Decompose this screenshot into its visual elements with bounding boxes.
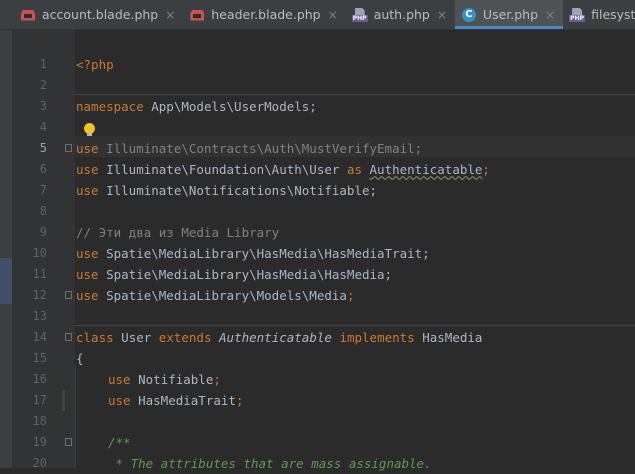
line-number: 19 [32,435,47,449]
close-icon[interactable]: × [437,8,447,22]
tab-account-blade[interactable]: account.blade.php × [0,0,183,29]
line-number: 7 [39,183,47,197]
left-tool-strip [0,30,13,468]
code-line-10: use Spatie\MediaLibrary\HasMedia\HasMedi… [76,246,430,261]
code-editor[interactable]: <?php namespace App\Models\UserModels; u… [75,30,635,471]
fold-toggle[interactable] [65,291,72,299]
blade-file-icon [189,7,205,23]
tab-auth-php[interactable]: PHP auth.php × [346,0,455,29]
line-number: 9 [39,225,47,239]
tab-user-php[interactable]: C User.php × [454,0,564,29]
line-number: 6 [39,162,47,176]
tab-label: header.blade.php [211,7,321,22]
code-line-1: <?php [76,57,114,72]
vcs-change-marker[interactable] [62,390,65,411]
indent-guide [75,367,76,468]
line-number: 20 [32,456,47,470]
line-number: 15 [32,351,47,365]
php-file-icon: PHP [569,7,586,23]
line-number: 14 [32,330,47,344]
close-icon[interactable]: × [545,8,555,22]
tab-header-blade[interactable]: header.blade.php × [183,0,345,29]
fold-toggle[interactable] [65,333,72,341]
method-separator [75,94,635,95]
tab-label: account.blade.php [42,7,159,22]
tab-label: User.php [482,7,539,22]
line-number: 18 [32,414,47,428]
line-number: 2 [39,78,47,92]
class-icon: C [461,7,477,23]
code-line-17: use HasMediaTrait; [108,393,244,408]
line-number: 8 [39,204,47,218]
code-line-6: use Illuminate\Foundation\Auth\User as A… [76,162,490,177]
line-number: 1 [39,57,47,71]
close-icon[interactable]: × [165,8,175,22]
tab-label: auth.php [373,7,430,22]
fold-toggle[interactable] [65,438,72,446]
line-number: 12 [32,288,47,302]
code-line-20: * The attributes that are mass assignabl… [108,456,432,471]
code-line-3: namespace App\Models\UserModels; [76,99,317,114]
line-number: 17 [32,393,47,407]
code-line-19: /** [108,435,131,450]
code-line-15: { [76,351,84,366]
code-line-5: use Illuminate\Contracts\Auth\MustVerify… [76,141,423,156]
code-line-14: class User extends Authenticatable imple… [76,330,483,345]
method-separator [75,325,635,326]
php-file-icon: PHP [351,7,368,23]
line-number: 3 [39,99,47,113]
line-number: 13 [32,309,47,323]
close-icon[interactable]: × [328,8,338,22]
lightbulb-icon[interactable] [84,123,95,136]
tab-label: filesystems.php [591,7,635,22]
line-number-gutter[interactable]: 1 2 3 4 5 6 7 8 9 10 11 12 13 14 15 16 1… [13,30,75,470]
line-number-current: 5 [39,141,47,155]
code-line-7: use Illuminate\Notifications\Notifiable; [76,183,378,198]
line-number: 4 [39,120,47,134]
line-number: 16 [32,372,47,386]
code-line-11: use Spatie\MediaLibrary\HasMedia\HasMedi… [76,267,393,282]
line-number: 10 [32,246,47,260]
blade-file-icon [20,7,36,23]
line-number: 11 [32,267,47,281]
tab-filesystems-php[interactable]: PHP filesystems.php [563,0,635,29]
tool-strip-marker [0,258,12,304]
fold-toggle[interactable] [65,144,72,152]
code-line-12: use Spatie\MediaLibrary\Models\Media; [76,288,355,303]
code-line-16: use Notifiable; [108,372,221,387]
code-line-9: // Эти два из Media Library [76,225,280,240]
editor-tab-bar: account.blade.php × header.blade.php × P… [0,0,635,30]
